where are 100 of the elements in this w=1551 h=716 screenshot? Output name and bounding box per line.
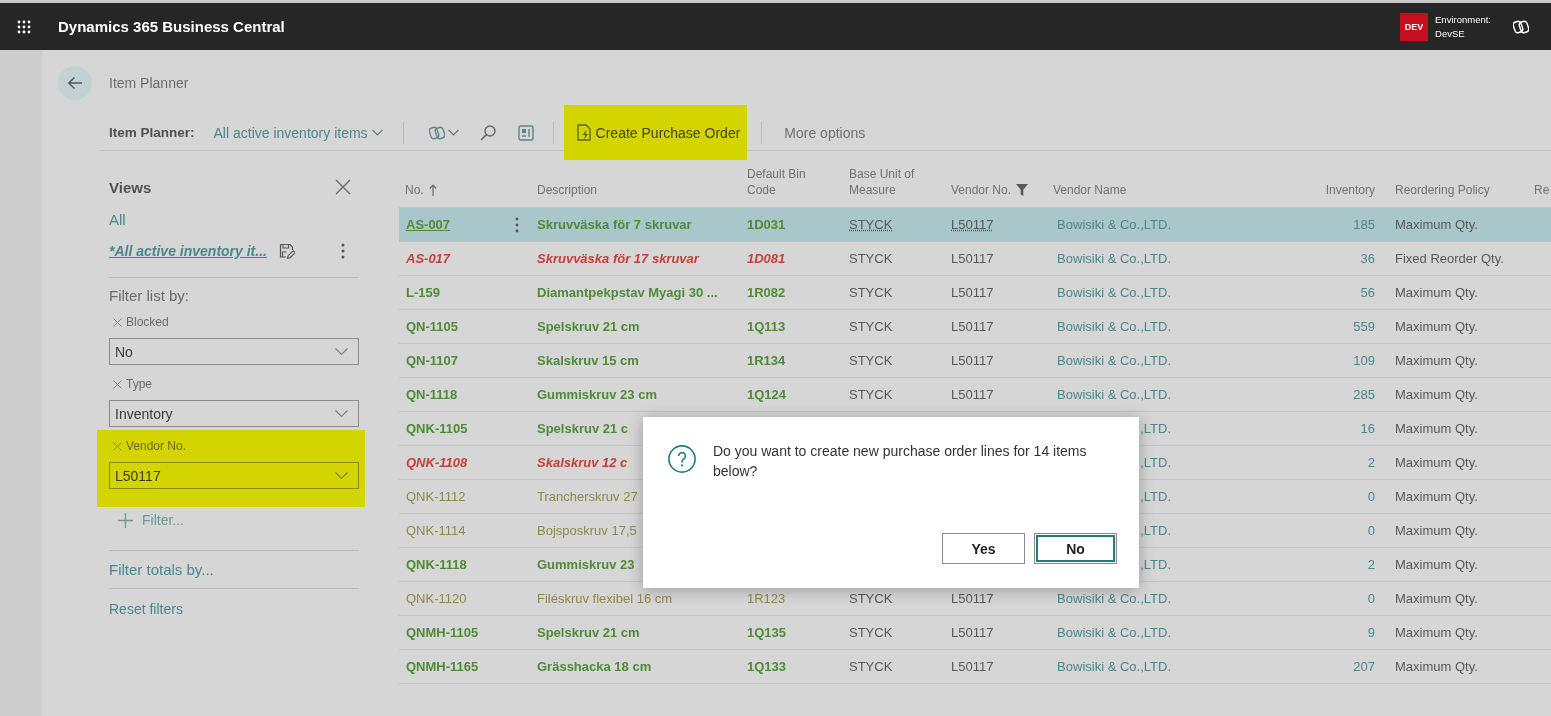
item-number-link[interactable]: QNK-1112 <box>406 489 466 504</box>
table-row[interactable]: QN-1105 Spelskruv 21 cm 1Q113 STYCK L50117 Bowisiki & Co.,LTD. 559 Maximum Qty. <box>399 310 1551 344</box>
item-number-link[interactable]: QNK-1120 <box>406 591 467 606</box>
vendor-name-link[interactable]: Bowisiki & Co.,LTD. <box>1057 659 1171 674</box>
app-launcher-icon[interactable] <box>17 19 31 34</box>
table-cell: L50117 <box>951 251 994 266</box>
more-icon[interactable] <box>515 216 519 233</box>
dialog-button[interactable]: No <box>1034 533 1117 564</box>
close-icon[interactable] <box>113 441 122 451</box>
column-header[interactable]: Inventory <box>1235 164 1385 207</box>
table-cell: L50117 <box>951 217 994 232</box>
vendor-name-link[interactable]: Bowisiki & Co.,LTD. <box>1057 591 1171 606</box>
environment-name: DevSE <box>1435 26 1466 41</box>
column-header[interactable]: Reordering Policy <box>1385 164 1525 207</box>
inventory-link[interactable]: 285 <box>1353 387 1375 402</box>
item-number-link[interactable]: L-159 <box>406 285 440 300</box>
vendor-name-link[interactable]: ,LTD. <box>1140 489 1171 504</box>
inventory-link[interactable]: 36 <box>1360 251 1375 266</box>
table-cell: STYCK <box>849 285 893 300</box>
panel-layout-icon[interactable] <box>517 124 534 141</box>
column-header[interactable]: No. <box>399 164 527 207</box>
column-header[interactable]: Base Unit of Measure <box>839 164 941 207</box>
inventory-link[interactable]: 185 <box>1353 217 1375 232</box>
reset-filters-link[interactable]: Reset filters <box>109 599 183 619</box>
interlocked-shapes-icon[interactable] <box>1513 18 1529 35</box>
column-header[interactable]: Vendor No. <box>941 164 1043 207</box>
inventory-link[interactable]: 2 <box>1367 557 1375 572</box>
chevron-down-icon <box>335 348 348 355</box>
chevron-down-icon[interactable] <box>447 129 459 136</box>
search-icon[interactable] <box>479 124 496 141</box>
item-number-link[interactable]: QNK-1108 <box>406 455 468 470</box>
filter-dropdown[interactable]: Inventory <box>109 400 359 427</box>
page-caption: Item Planner: <box>109 125 195 140</box>
filter-dropdown[interactable]: L50117 <box>109 462 359 489</box>
inventory-link[interactable]: 2 <box>1367 455 1375 470</box>
table-cell: L50117 <box>951 387 994 402</box>
add-filter-button[interactable]: Filter... <box>118 510 184 530</box>
vendor-name-link[interactable]: ,LTD. <box>1140 421 1171 436</box>
back-button[interactable] <box>58 65 92 100</box>
vendor-name-link[interactable]: Bowisiki & Co.,LTD. <box>1057 285 1171 300</box>
chevron-down-icon <box>371 129 383 136</box>
item-number-link[interactable]: AS-007 <box>406 217 451 232</box>
item-number-link[interactable]: AS-017 <box>406 251 451 266</box>
inventory-link[interactable]: 207 <box>1353 659 1375 674</box>
vendor-name-link[interactable]: Bowisiki & Co.,LTD. <box>1057 251 1171 266</box>
item-number-link[interactable]: QN-1107 <box>406 353 459 368</box>
vendor-name-link[interactable]: Bowisiki & Co.,LTD. <box>1057 319 1171 334</box>
table-row[interactable]: L-159 Diamantpekpstav Myagi 30 ... 1R082 STYCK L50117 Bowisiki & Co.,LTD. 56 Maximum Qty. <box>399 276 1551 310</box>
table-cell: Skruvväska för 17 skruvar <box>537 251 699 266</box>
inventory-link[interactable]: 56 <box>1360 285 1375 300</box>
item-number-link[interactable]: QN-1105 <box>406 319 459 334</box>
inventory-link[interactable]: 0 <box>1367 523 1375 538</box>
view-selector[interactable]: All active inventory items <box>213 124 383 141</box>
filter-dropdown[interactable]: No <box>109 338 359 365</box>
save-pencil-icon[interactable] <box>278 243 295 259</box>
vendor-name-link[interactable]: ,LTD. <box>1140 557 1171 572</box>
vendor-name-link[interactable]: Bowisiki & Co.,LTD. <box>1057 217 1171 232</box>
dialog-button[interactable]: Yes <box>942 533 1025 564</box>
close-icon[interactable] <box>335 179 351 195</box>
vendor-name-link[interactable]: ,LTD. <box>1140 523 1171 538</box>
filter-totals-link[interactable]: Filter totals by... <box>109 560 214 580</box>
close-icon[interactable] <box>113 379 122 389</box>
vendor-name-link[interactable]: Bowisiki & Co.,LTD. <box>1057 625 1171 640</box>
table-row[interactable]: QN-1118 Gummiskruv 23 cm 1Q124 STYCK L50117 Bowisiki & Co.,LTD. 285 Maximum Qty. <box>399 378 1551 412</box>
item-number-link[interactable]: QNK-1114 <box>406 523 466 538</box>
table-row[interactable]: QNMH-1105 Spelskruv 21 cm 1Q135 STYCK L50117 Bowisiki & Co.,LTD. 9 Maximum Qty. <box>399 616 1551 650</box>
vendor-name-link[interactable]: Bowisiki & Co.,LTD. <box>1057 387 1171 402</box>
item-number-link[interactable]: QNMH-1165 <box>406 659 479 674</box>
more-icon[interactable] <box>341 243 345 259</box>
item-number-link[interactable]: QN-1118 <box>406 387 458 402</box>
table-row[interactable]: QN-1107 Skalskruv 15 cm 1R134 STYCK L50117 Bowisiki & Co.,LTD. 109 Maximum Qty. <box>399 344 1551 378</box>
item-number-link[interactable]: QNMH-1105 <box>406 625 479 640</box>
inventory-link[interactable]: 559 <box>1353 319 1375 334</box>
inventory-link[interactable]: 0 <box>1367 591 1375 606</box>
column-header[interactable]: Default Bin Code <box>737 164 839 207</box>
inventory-link[interactable]: 16 <box>1360 421 1375 436</box>
table-row[interactable]: AS-017 Skruvväska för 17 skruvar 1D081 STYCK L50117 Bowisiki & Co.,LTD. 36 Fixed Reorder Qty. <box>399 242 1551 276</box>
more-options-button[interactable]: More options <box>784 124 866 141</box>
toolbar-action-button[interactable]: Create Purchase Order <box>563 105 748 160</box>
table-row[interactable]: AS-007 Skruvväska för 7 skruvar 1D031 STYCK L50117 Bowisiki & Co.,LTD. 185 Maximum Qty. <box>399 208 1551 242</box>
item-number-link[interactable]: QNK-1105 <box>406 421 468 436</box>
close-icon[interactable] <box>113 317 122 327</box>
column-header[interactable]: Description <box>527 164 737 207</box>
inventory-link[interactable]: 9 <box>1367 625 1375 640</box>
app-title: Dynamics 365 Business Central <box>58 18 285 35</box>
vendor-name-link[interactable]: Bowisiki & Co.,LTD. <box>1057 353 1171 368</box>
view-link[interactable]: All <box>109 210 126 228</box>
column-header[interactable]: Vendor Name <box>1043 164 1235 207</box>
vendor-name-link[interactable]: ,LTD. <box>1140 455 1171 470</box>
inventory-link[interactable]: 0 <box>1367 489 1375 504</box>
table-cell: Maximum Qty. <box>1395 353 1478 368</box>
inventory-link[interactable]: 109 <box>1353 353 1375 368</box>
table-cell: L50117 <box>951 659 994 674</box>
column-header[interactable]: Re <box>1525 164 1551 207</box>
table-cell: Maximum Qty. <box>1395 217 1478 232</box>
filter-label: Vendor No. <box>126 439 187 453</box>
table-cell: Diamantpekpstav Myagi 30 ... <box>537 285 718 300</box>
table-row[interactable]: QNMH-1165 Grässhacka 18 cm 1Q133 STYCK L50117 Bowisiki & Co.,LTD. 207 Maximum Qty. <box>399 650 1551 684</box>
item-number-link[interactable]: QNK-1118 <box>406 557 467 572</box>
view-link[interactable]: *All active inventory it... <box>109 243 267 259</box>
